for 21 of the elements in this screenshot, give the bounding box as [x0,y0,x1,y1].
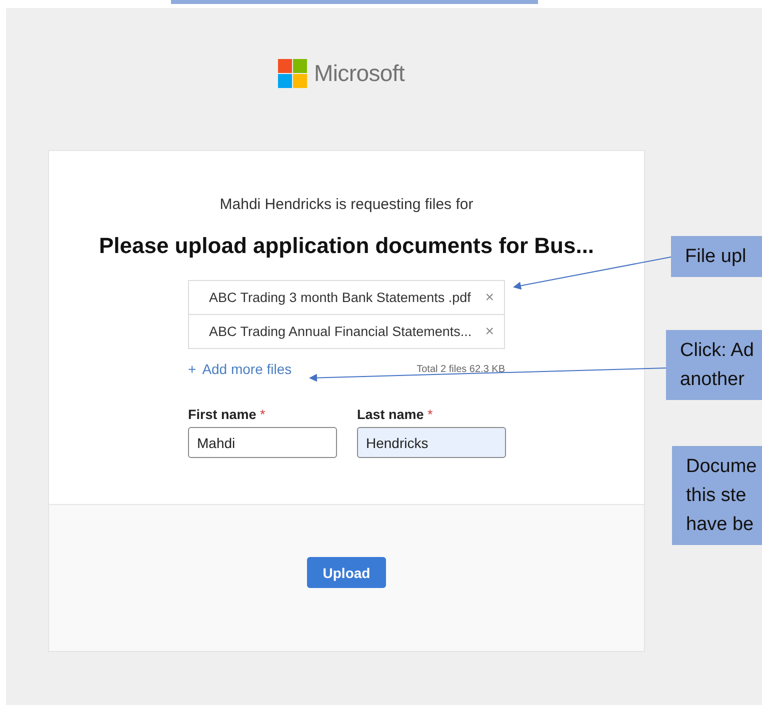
callout-text: this ste [686,484,748,508]
logo-text: Microsoft [314,60,405,86]
file-name: ABC Trading 3 month Bank Statements .pdf [209,290,471,305]
field-label: Last name * [357,407,434,422]
file-name: ABC Trading Annual Financial Statements... [209,324,472,339]
callout-text: have be [686,513,755,537]
remove-button[interactable]: × [485,324,494,339]
logo-icon [278,58,307,88]
name-field[interactable]: Mahdi [188,427,337,458]
callout-text: another [680,368,746,392]
upload-button[interactable]: Upload [307,557,386,588]
callout-text: File upl [685,245,748,269]
total-size: Total 2 files 62.3 KB [416,364,505,374]
requester-text: Mahdi Hendricks is requesting files for [220,196,474,213]
callout-text: Docume [686,455,758,479]
request-title: Please upload application documents for Bus... [98,233,594,259]
callout-text: Click: Ad [680,339,755,363]
add-files-link[interactable]: + Add more files [188,361,292,377]
name-field[interactable]: Hendricks [357,427,506,458]
remove-button[interactable]: × [485,290,494,305]
field-label: First name * [188,407,266,422]
